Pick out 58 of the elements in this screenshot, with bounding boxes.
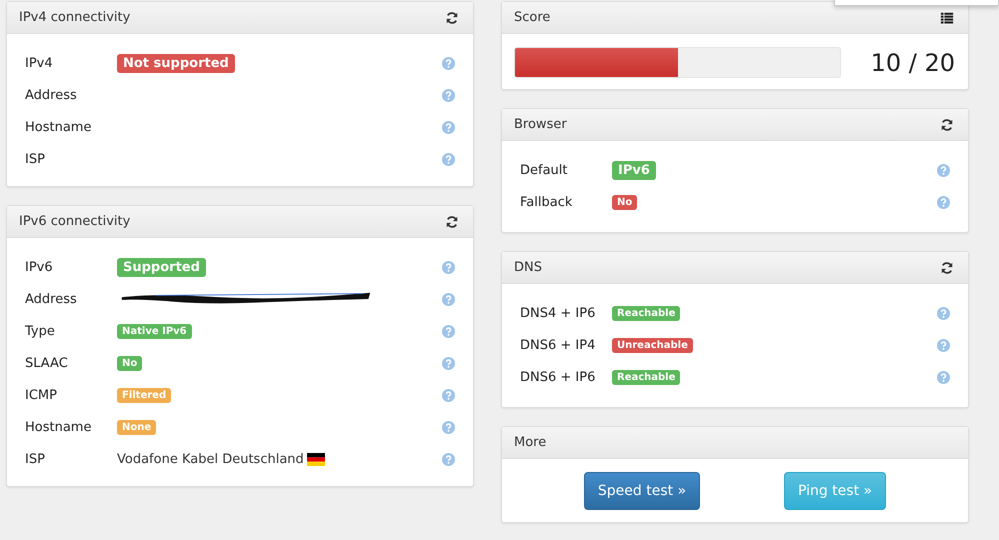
field-label: ICMP [25, 388, 58, 402]
field-label: DNS6 + IP4 [520, 338, 596, 352]
panel-title: DNS [514, 260, 542, 275]
field-label: ISP [25, 452, 46, 466]
field-label: SLAAC [25, 356, 69, 370]
isp-name: Vodafone Kabel Deutschland [117, 452, 304, 466]
field-label: Hostname [25, 120, 92, 134]
status-badge: Native IPv6 [117, 324, 192, 338]
panel-title: More [514, 435, 546, 450]
help-icon[interactable] [937, 306, 950, 320]
field-label: DNS4 + IP6 [520, 306, 596, 320]
panel-title: IPv6 connectivity [19, 214, 130, 229]
speed-test-button[interactable]: Speed test » [584, 472, 700, 510]
status-badge: None [117, 420, 156, 434]
field-label: Fallback [520, 194, 574, 210]
help-icon[interactable] [442, 56, 455, 70]
ping-test-button[interactable]: Ping test » [784, 472, 886, 510]
panel-title: Browser [514, 117, 567, 132]
status-badge: IPv6 [612, 160, 656, 180]
field-label: Type [25, 324, 56, 338]
panel-title: IPv4 connectivity [19, 10, 130, 25]
status-badge: Unreachable [612, 338, 693, 352]
field-label: Address [25, 292, 78, 306]
status-badge: No [117, 356, 142, 370]
help-icon[interactable] [442, 120, 455, 134]
help-icon[interactable] [442, 324, 455, 338]
status-badge: Filtered [117, 388, 172, 402]
help-icon[interactable] [442, 452, 455, 466]
status-badge: Reachable [612, 370, 680, 384]
field-label: Default [520, 162, 568, 178]
status-badge: Supported [117, 258, 206, 276]
help-icon[interactable] [442, 388, 455, 402]
refresh-icon[interactable] [445, 10, 459, 24]
panel-title: Score [514, 10, 550, 25]
status-badge: No [612, 194, 638, 210]
help-icon[interactable] [937, 338, 950, 352]
field-label: ISP [25, 152, 46, 166]
refresh-icon[interactable] [940, 118, 954, 132]
field-label: DNS6 + IP6 [520, 370, 596, 384]
help-icon[interactable] [442, 88, 455, 102]
help-icon[interactable] [442, 260, 455, 274]
help-icon[interactable] [442, 356, 455, 370]
field-label: Hostname [25, 420, 92, 434]
field-label: IPv4 [25, 56, 54, 70]
help-icon[interactable] [937, 196, 950, 208]
status-badge: Reachable [612, 306, 680, 320]
list-icon[interactable] [940, 10, 954, 24]
field-label: IPv6 [25, 260, 54, 274]
status-badge: Not supported [117, 54, 235, 72]
help-icon[interactable] [937, 370, 950, 384]
help-icon[interactable] [442, 152, 455, 166]
refresh-icon[interactable] [940, 260, 954, 274]
score-value: 10 / 20 [870, 48, 955, 76]
help-icon[interactable] [442, 420, 455, 434]
refresh-icon[interactable] [445, 214, 459, 228]
help-icon[interactable] [937, 164, 950, 176]
field-label: Address [25, 88, 78, 102]
help-icon[interactable] [442, 292, 455, 306]
